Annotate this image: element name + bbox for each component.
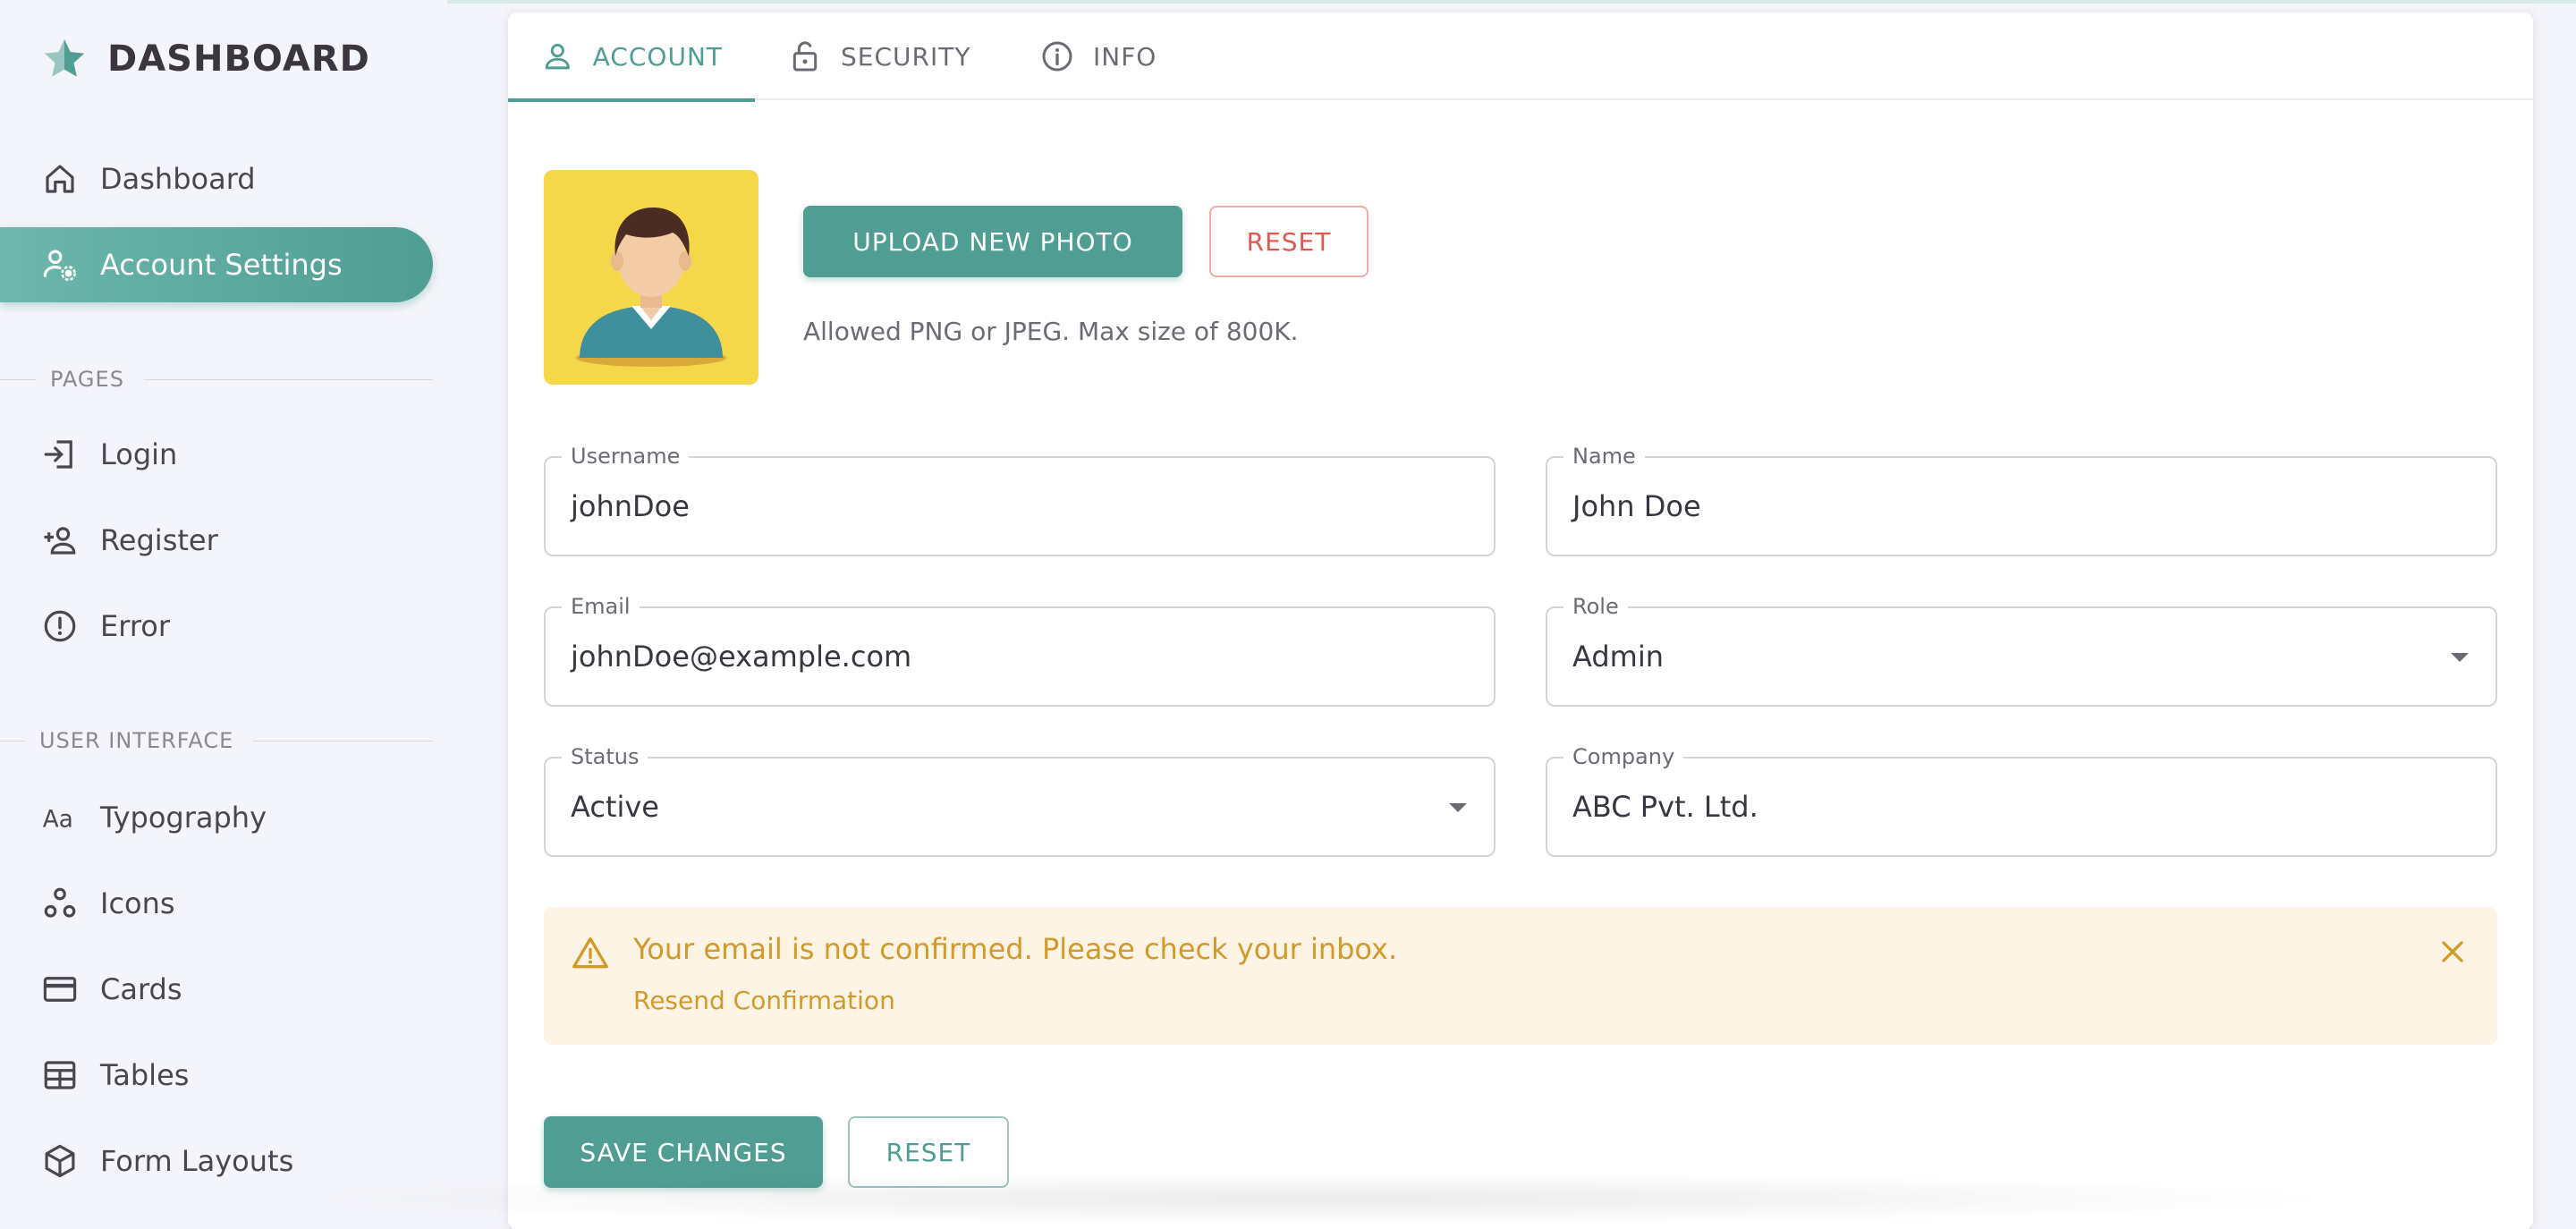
sidebar-item-label: Icons — [100, 886, 175, 920]
bottom-shadow — [295, 1172, 2352, 1225]
alert-message: Your email is not confirmed. Please chec… — [633, 932, 1398, 966]
cube-icon — [39, 1140, 80, 1182]
sidebar-item-label: Cards — [100, 972, 182, 1006]
chevron-down-icon[interactable] — [1449, 803, 1467, 812]
close-icon[interactable] — [2435, 934, 2470, 970]
settings-tabs: ACCOUNT SECURITY INFO — [508, 13, 2533, 102]
section-title: PAGES — [50, 367, 124, 392]
credit-card-icon — [39, 969, 80, 1010]
name-input[interactable]: John Doe — [1572, 458, 2431, 555]
email-warning-alert: Your email is not confirmed. Please chec… — [544, 907, 2497, 1045]
tab-label: SECURITY — [841, 41, 971, 72]
resend-confirmation-link[interactable]: Resend Confirmation — [633, 986, 895, 1015]
email-input[interactable]: johnDoe@example.com — [571, 608, 1429, 705]
section-header-user-interface: USER INTERFACE — [0, 728, 433, 753]
info-icon — [1042, 41, 1072, 72]
section-header-pages: PAGES — [0, 367, 433, 392]
role-select[interactable]: Role Admin — [1546, 594, 2497, 707]
avatar — [544, 170, 758, 385]
warning-icon — [572, 937, 608, 969]
sidebar-item-label: Dashboard — [100, 162, 256, 196]
sidebar-item-label: Typography — [100, 801, 267, 835]
chevron-down-icon[interactable] — [2451, 653, 2469, 662]
section-title: USER INTERFACE — [39, 728, 234, 753]
account-cog-icon — [39, 244, 80, 285]
status-select[interactable]: Status Active — [544, 744, 1496, 857]
lock-open-icon — [792, 41, 818, 72]
sidebar-item-label: Error — [100, 609, 170, 643]
sidebar-item-login[interactable]: Login — [0, 417, 433, 492]
username-input[interactable]: johnDoe — [571, 458, 1429, 555]
brand[interactable]: DASHBOARD — [39, 34, 370, 84]
tab-label: INFO — [1093, 41, 1157, 72]
svg-text:Aa: Aa — [43, 807, 73, 834]
sidebar-item-account-settings[interactable]: Account Settings — [0, 227, 433, 302]
sidebar-item-error[interactable]: Error — [0, 589, 433, 664]
tab-label: ACCOUNT — [592, 41, 723, 72]
table-icon — [39, 1055, 80, 1096]
account-outline-icon — [545, 43, 570, 70]
google-circles-icon — [39, 883, 80, 924]
sidebar-item-label: Register — [100, 523, 218, 557]
email-field[interactable]: Email johnDoe@example.com — [544, 594, 1496, 707]
sidebar-item-label: Login — [100, 437, 178, 471]
sidebar-item-label: Account Settings — [100, 248, 343, 282]
company-input[interactable]: ABC Pvt. Ltd. — [1572, 759, 2431, 855]
sidebar-item-dashboard[interactable]: Dashboard — [0, 141, 433, 216]
brand-title: DASHBOARD — [107, 38, 370, 80]
upload-photo-button[interactable]: UPLOAD NEW PHOTO — [803, 206, 1182, 277]
role-value[interactable]: Admin — [1572, 608, 2431, 705]
photo-hint: Allowed PNG or JPEG. Max size of 800K. — [803, 317, 1299, 346]
home-icon — [39, 158, 80, 199]
tab-account[interactable]: ACCOUNT — [508, 13, 755, 102]
sidebar-item-label: Form Layouts — [100, 1144, 294, 1178]
typography-icon: Aa — [39, 797, 80, 838]
sidebar-item-cards[interactable]: Cards — [0, 952, 433, 1027]
sidebar-item-icons[interactable]: Icons — [0, 866, 433, 941]
star-icon — [44, 38, 85, 77]
name-field[interactable]: Name John Doe — [1546, 444, 2497, 556]
sidebar-item-register[interactable]: Register — [0, 503, 433, 578]
login-icon — [39, 434, 80, 475]
alert-circle-icon — [39, 606, 80, 647]
reset-photo-button[interactable]: RESET — [1209, 206, 1368, 277]
account-plus-icon — [39, 520, 80, 561]
company-field[interactable]: Company ABC Pvt. Ltd. — [1546, 744, 2497, 857]
status-value[interactable]: Active — [571, 759, 1429, 855]
sidebar-item-typography[interactable]: Aa Typography — [0, 780, 433, 855]
sidebar-item-tables[interactable]: Tables — [0, 1038, 433, 1113]
tab-security[interactable]: SECURITY — [755, 13, 1003, 100]
tab-info[interactable]: INFO — [1007, 13, 1189, 100]
username-field[interactable]: Username johnDoe — [544, 444, 1496, 556]
sidebar-item-label: Tables — [100, 1058, 190, 1092]
sidebar: DASHBOARD Dashboard Account Settings PAG… — [0, 0, 447, 1211]
account-settings-card: ACCOUNT SECURITY INFO UPLOAD NEW PHOTO R… — [508, 13, 2533, 1229]
